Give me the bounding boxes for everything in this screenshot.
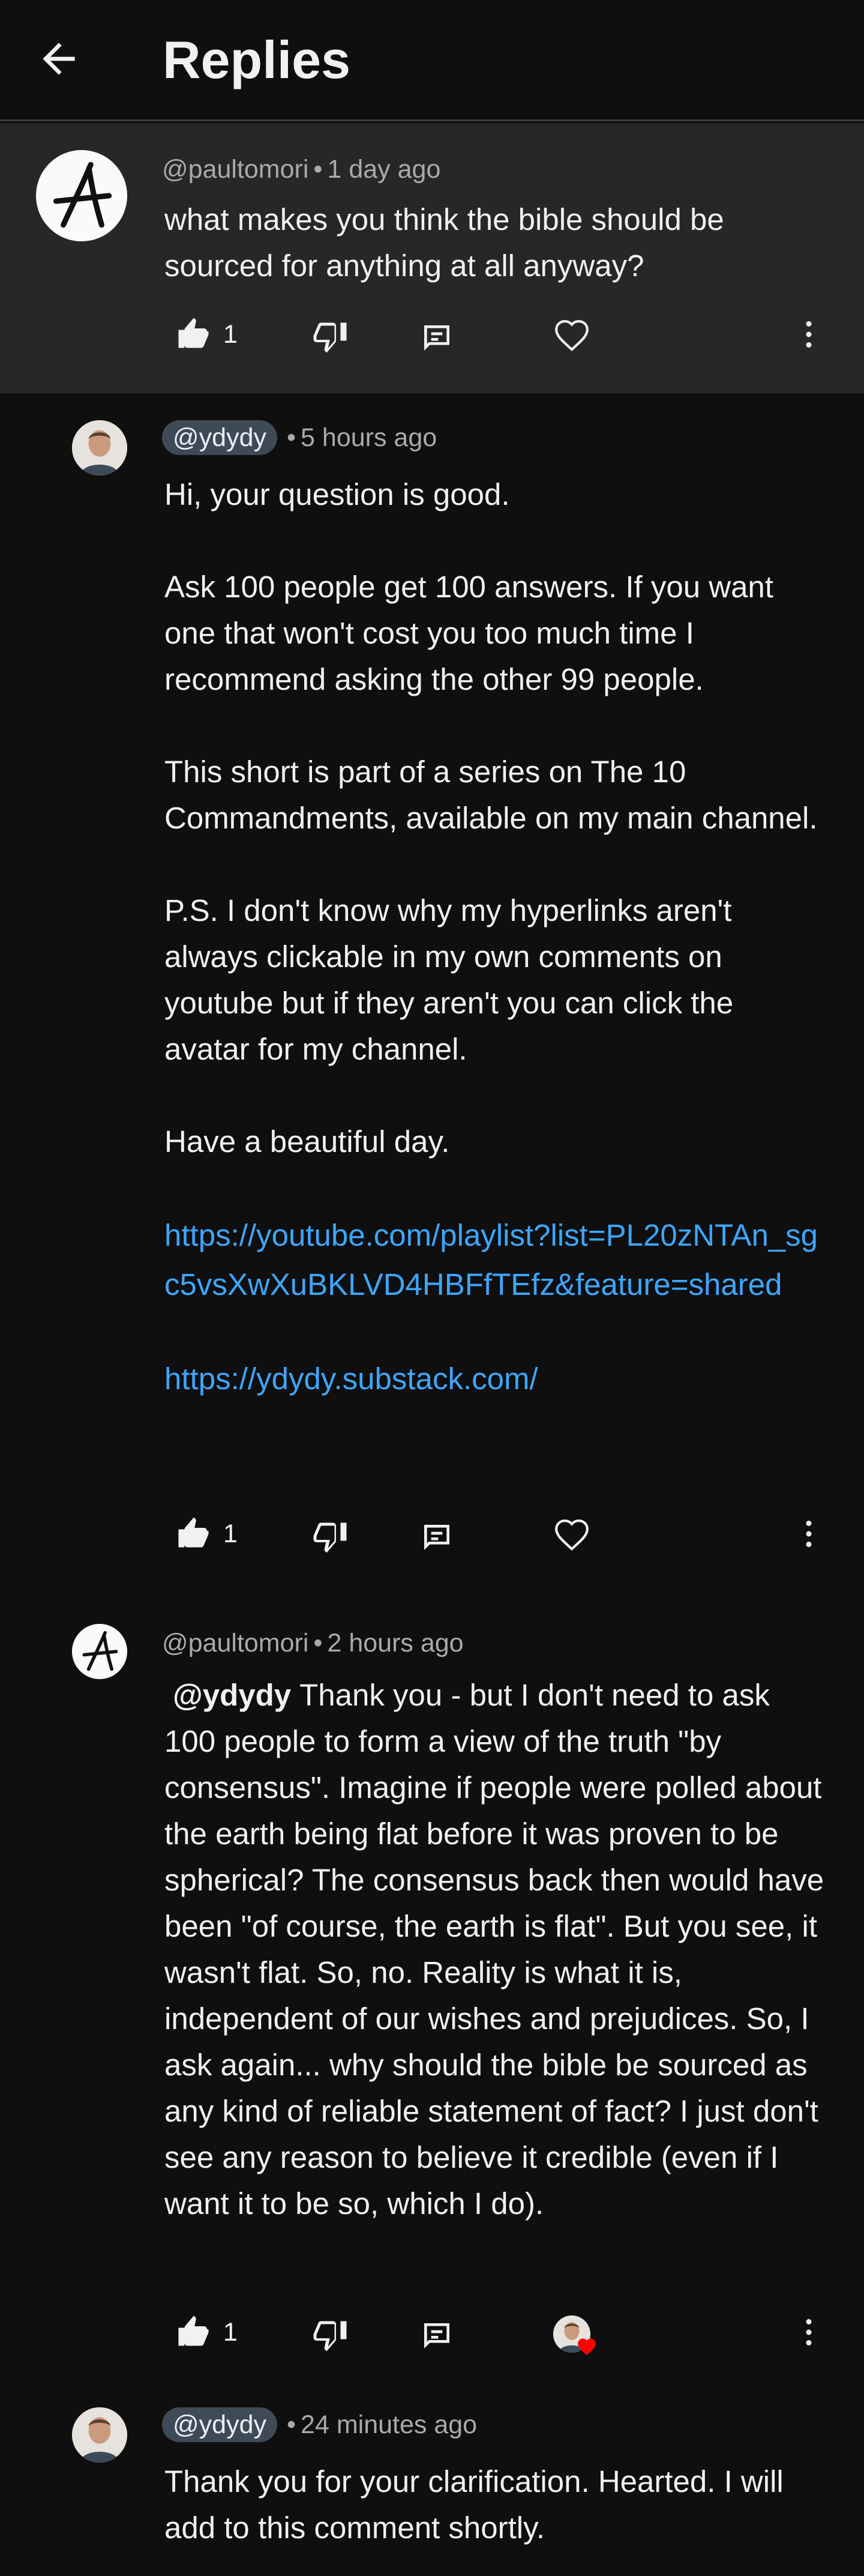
author-handle[interactable]: @paultomori [162,1629,308,1658]
playlist-link[interactable]: https://youtube.com/playlist?list=PL20zN… [164,1211,818,1309]
separator-dot: • [313,1629,323,1658]
like-button[interactable]: 1 [174,2314,238,2350]
like-icon [178,2315,209,2346]
reply-icon [424,325,449,351]
dislike-icon [313,1522,347,1553]
comment-meta: @paultomori • 1 day ago [162,153,440,186]
comment-text: Thank you - but I don't need to ask 100 … [164,1678,824,2221]
more-options-button[interactable] [791,1516,827,1552]
highlighted-comment: @paultomori • 1 day ago what makes you thi… [0,123,864,393]
more-vert-icon [806,1521,812,1547]
comment-meta: @ydydy • 5 hours ago [162,420,437,455]
back-button[interactable] [35,35,92,83]
more-options-button[interactable] [791,316,827,352]
reply-comment: @ydydy • 5 hours ago Hi, your question is … [0,393,864,1582]
comment-paragraph: Hi, your question is good. [164,477,510,511]
dislike-button[interactable] [312,2317,348,2353]
separator-dot: • [286,2410,296,2439]
comment-body: @ydydy Thank you - but I don't need to as… [164,1672,824,2227]
like-count: 1 [223,1519,238,1548]
comment-actions: 1 [0,2308,864,2374]
like-count: 1 [223,319,238,349]
author-handle[interactable]: @paultomori [162,155,308,184]
red-heart-icon [578,2338,596,2356]
back-arrow-icon [43,43,75,75]
comment-time: 24 minutes ago [301,2410,478,2439]
comment-body: Thank you for your clarification. Hearte… [164,2464,784,2545]
like-button[interactable]: 1 [174,316,238,352]
reply-icon [424,1525,449,1550]
like-count: 1 [223,2317,238,2347]
avatar[interactable] [72,2407,127,2463]
author-handle-badge[interactable]: @ydydy [162,420,277,455]
avatar[interactable] [72,420,127,475]
comment-actions: 1 [0,1510,864,1576]
comment-paragraph: This short is part of a series on The 10… [164,755,818,835]
avatar[interactable] [72,1624,127,1679]
comment-actions: 1 [0,303,864,369]
reply-button[interactable] [420,1521,454,1554]
user-mention[interactable]: @ydydy [173,1678,291,1712]
dislike-button[interactable] [312,1518,348,1554]
more-vert-icon [806,2319,812,2345]
heart-button[interactable] [553,1517,590,1554]
comment-time: 5 hours ago [301,423,437,452]
comment-paragraph: Have a beautiful day. [164,1124,450,1159]
comment-paragraph: Ask 100 people get 100 answers. If you w… [164,570,773,696]
dislike-button[interactable] [312,318,348,354]
channel-logo-icon [72,1624,127,1679]
dislike-icon [313,2321,347,2351]
separator-dot: • [313,155,323,184]
person-avatar-icon [72,2407,127,2463]
comment-body: what makes you think the bible should be… [164,202,724,283]
comment-body: Hi, your question is good. Ask 100 peopl… [164,471,818,1402]
reply-icon [424,2323,449,2348]
more-vert-icon [806,321,812,348]
more-options-button[interactable] [791,2314,827,2350]
top-app-bar: Replies [0,0,864,121]
reply-button[interactable] [420,2319,454,2353]
reply-comment: @paultomori • 2 hours ago @ydydy Thank you … [0,1582,864,2392]
reply-button[interactable] [420,321,454,355]
heart-icon [555,1519,589,1551]
substack-link[interactable]: https://ydydy.substack.com/ [164,1356,818,1402]
dislike-icon [313,322,347,353]
channel-logo-icon [36,150,127,241]
creator-heart-badge [553,2315,596,2356]
comment-meta: @ydydy • 24 minutes ago [162,2407,477,2442]
avatar[interactable] [36,150,127,241]
page-title: Replies [163,30,351,89]
like-icon [178,318,209,348]
separator-dot: • [286,423,296,452]
author-handle-badge[interactable]: @ydydy [162,2407,277,2442]
like-icon [178,1517,209,1548]
reply-comment: @ydydy • 24 minutes ago Thank you for your… [0,2392,864,2576]
comment-meta: @paultomori • 2 hours ago [162,1627,464,1659]
heart-icon [555,320,589,352]
comment-paragraph: P.S. I don't know why my hyperlinks aren… [164,893,734,1066]
heart-button[interactable] [553,318,590,355]
comment-time: 1 day ago [327,155,441,184]
comment-time: 2 hours ago [327,1629,464,1658]
person-avatar-icon [72,420,127,475]
like-button[interactable]: 1 [174,1516,238,1552]
